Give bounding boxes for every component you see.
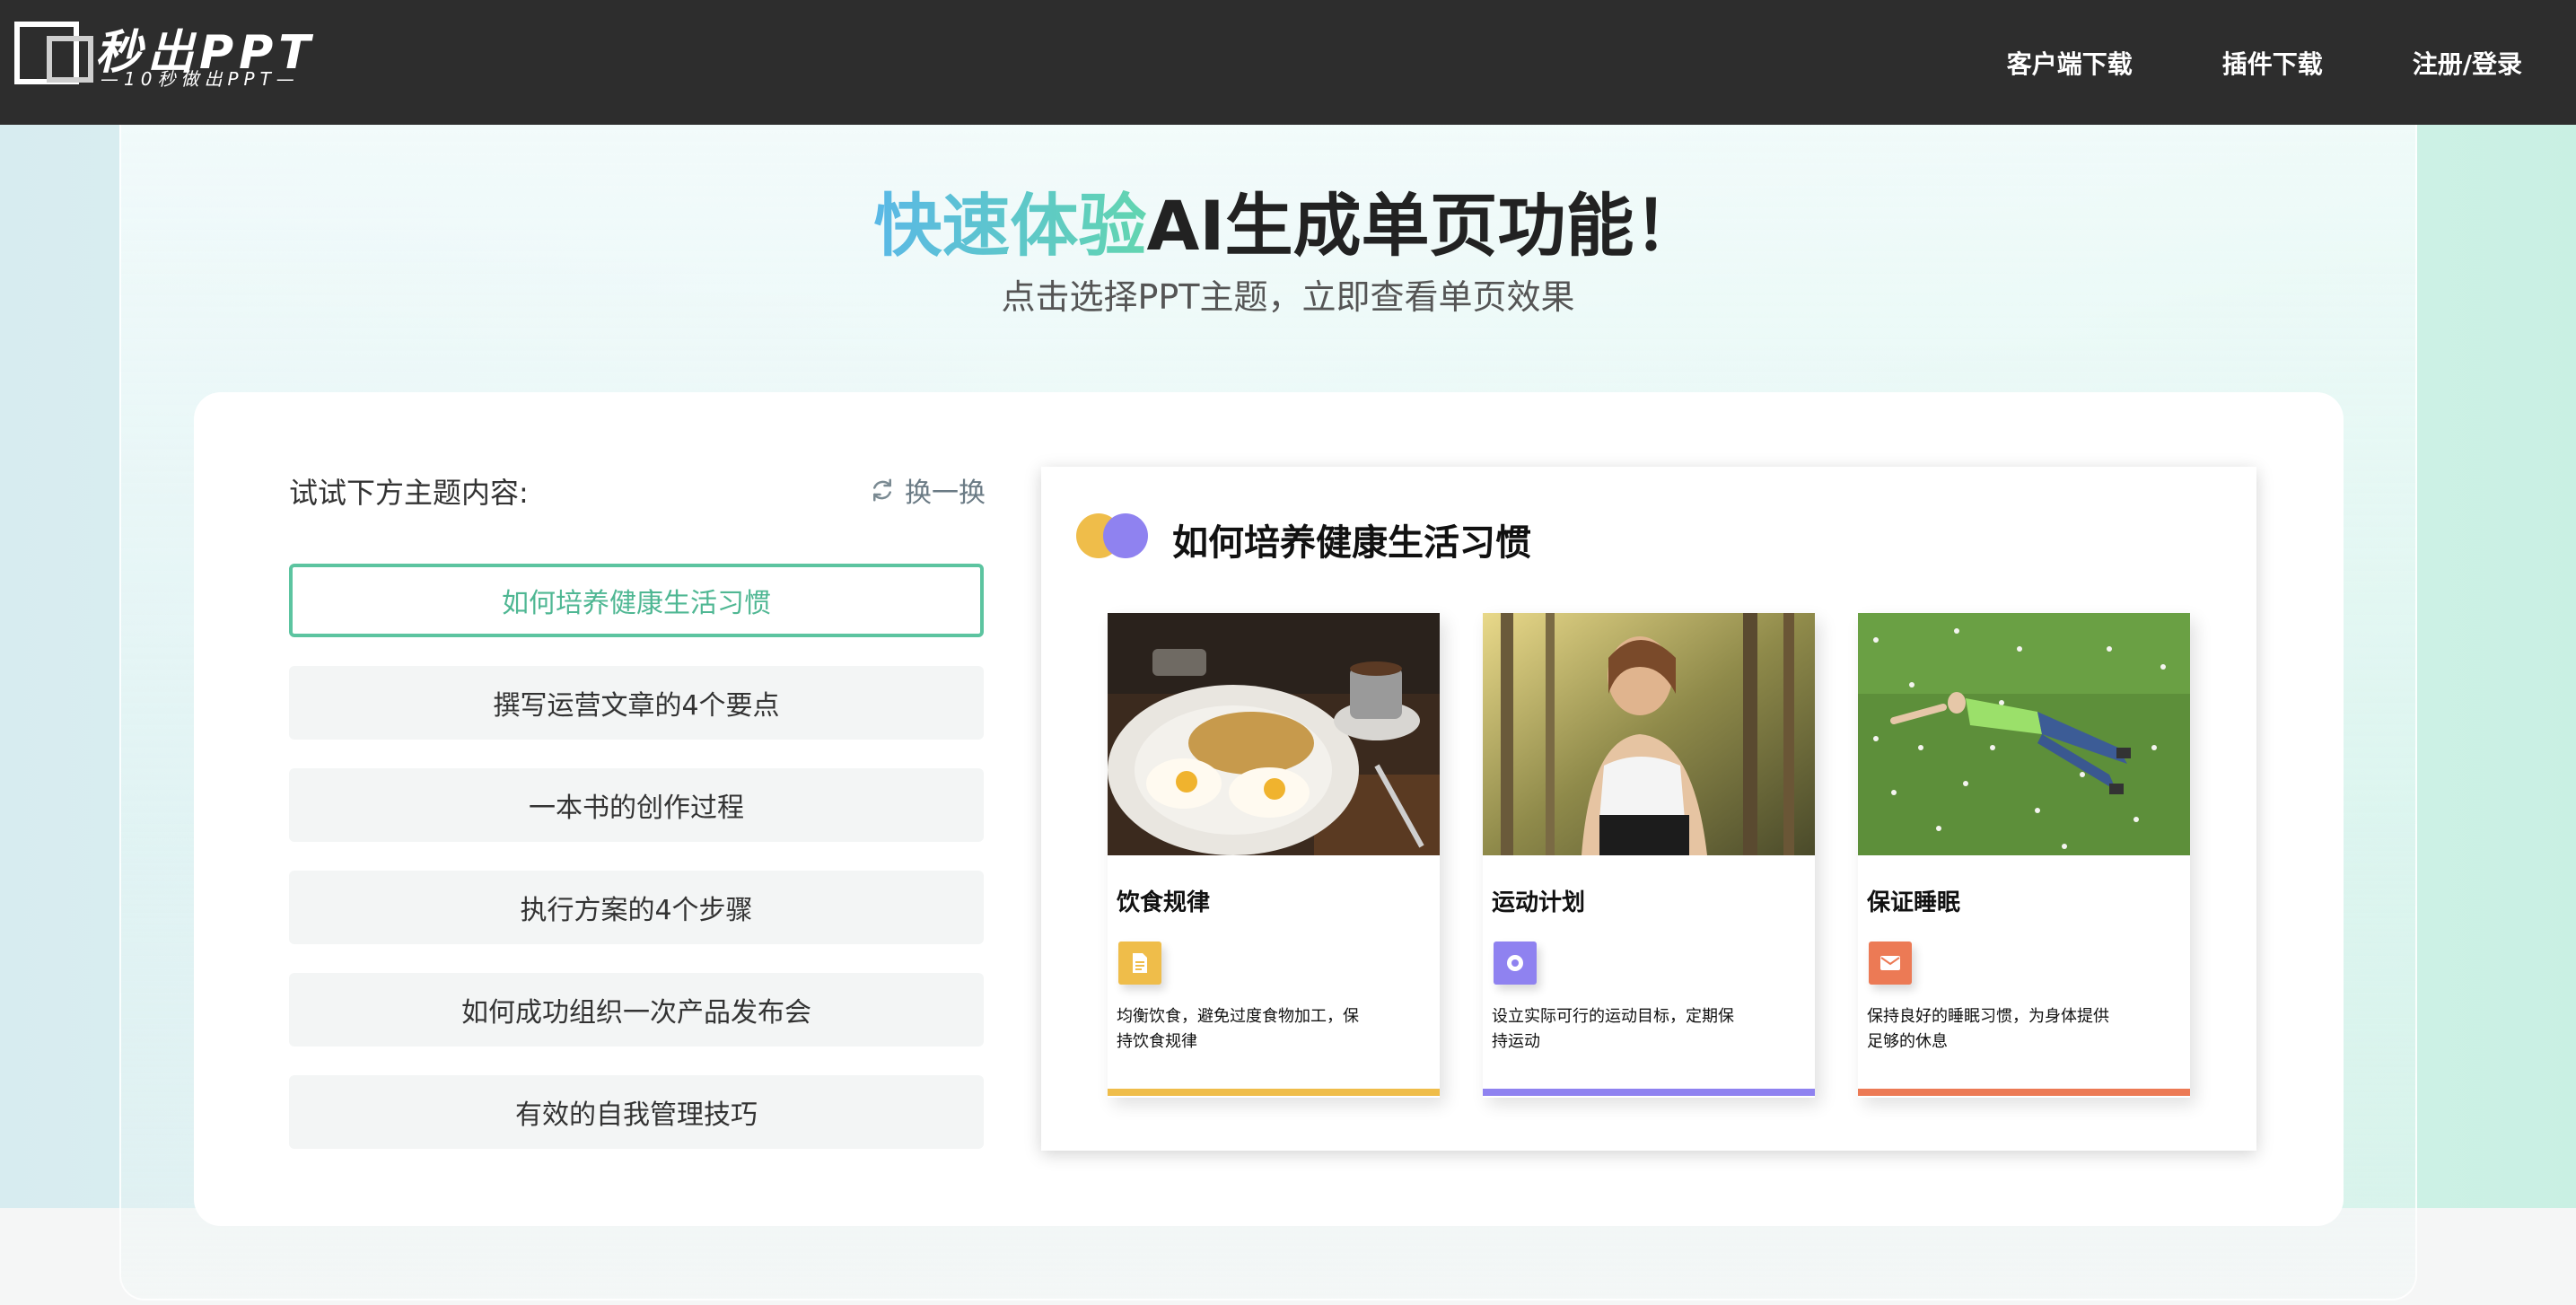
refresh-button[interactable]: 换一换: [869, 470, 986, 510]
logo[interactable]: 秒出PPT —10秒做出PPT—: [14, 18, 311, 108]
topic-section-label: 试试下方主题内容:: [289, 476, 529, 510]
resting-photo: [1858, 613, 2190, 855]
running-photo: [1483, 613, 1815, 855]
slide-column-exercise: 运动计划 设立实际可行的运动目标，定期保持运动: [1483, 613, 1815, 1098]
mail-icon: [1869, 942, 1912, 985]
headline-rest: AI生成单页功能！: [1146, 186, 1703, 266]
document-icon: [1118, 942, 1161, 985]
slide-title: 如何培养健康生活习惯: [1172, 522, 1531, 564]
column-heading: 饮食规律: [1117, 889, 1211, 916]
nav-plugin-download[interactable]: 插件下载: [2222, 45, 2323, 81]
page-subtitle: 点击选择PPT主题，立即查看单页效果: [1001, 277, 1575, 317]
column-heading: 运动计划: [1492, 889, 1586, 916]
column-description: 均衡饮食，避免过度食物加工，保持饮食规律: [1117, 1007, 1359, 1051]
nav-client-download[interactable]: 客户端下载: [2007, 45, 2133, 81]
logo-subtitle: —10秒做出PPT—: [101, 68, 300, 90]
slide-column-diet: 饮食规律 均衡饮食，避免过度食物加工，保持饮食规律: [1108, 613, 1440, 1098]
column-description: 保持良好的睡眠习惯，为身体提供足够的休息: [1867, 1007, 2109, 1051]
column-description: 设立实际可行的运动目标，定期保持运动: [1492, 1007, 1734, 1051]
topic-option-3[interactable]: 一本书的创作过程: [289, 768, 984, 842]
page-headline: 快速体验AI生成单页功能！: [0, 171, 2576, 269]
column-accent-bar: [1858, 1089, 2190, 1096]
refresh-label: 换一换: [905, 477, 986, 509]
slide-column-sleep: 保证睡眠 保持良好的睡眠习惯，为身体提供足够的休息: [1858, 613, 2190, 1098]
refresh-icon: [873, 478, 891, 502]
breakfast-photo: [1108, 613, 1440, 855]
column-accent-bar: [1108, 1089, 1440, 1096]
column-heading: 保证睡眠: [1867, 889, 1961, 916]
topic-option-2[interactable]: 撰写运营文章的4个要点: [289, 666, 984, 740]
headline-accent: 快速体验: [873, 186, 1147, 266]
topic-option-5[interactable]: 如何成功组织一次产品发布会: [289, 973, 984, 1047]
topic-option-1[interactable]: 如何培养健康生活习惯: [289, 564, 984, 637]
nav-register-login[interactable]: 注册/登录: [2413, 45, 2522, 81]
target-icon: [1494, 942, 1537, 985]
nav-links: 客户端下载 插件下载 注册/登录: [2007, 0, 2522, 125]
topic-option-6[interactable]: 有效的自我管理技巧: [289, 1075, 984, 1149]
topic-option-4[interactable]: 执行方案的4个步骤: [289, 871, 984, 944]
top-navigation-bar: 秒出PPT —10秒做出PPT— 客户端下载 插件下载 注册/登录: [0, 0, 2576, 125]
column-accent-bar: [1483, 1089, 1815, 1096]
logo-mark-icon: [14, 22, 93, 84]
decor-dot-purple: [1103, 513, 1148, 558]
